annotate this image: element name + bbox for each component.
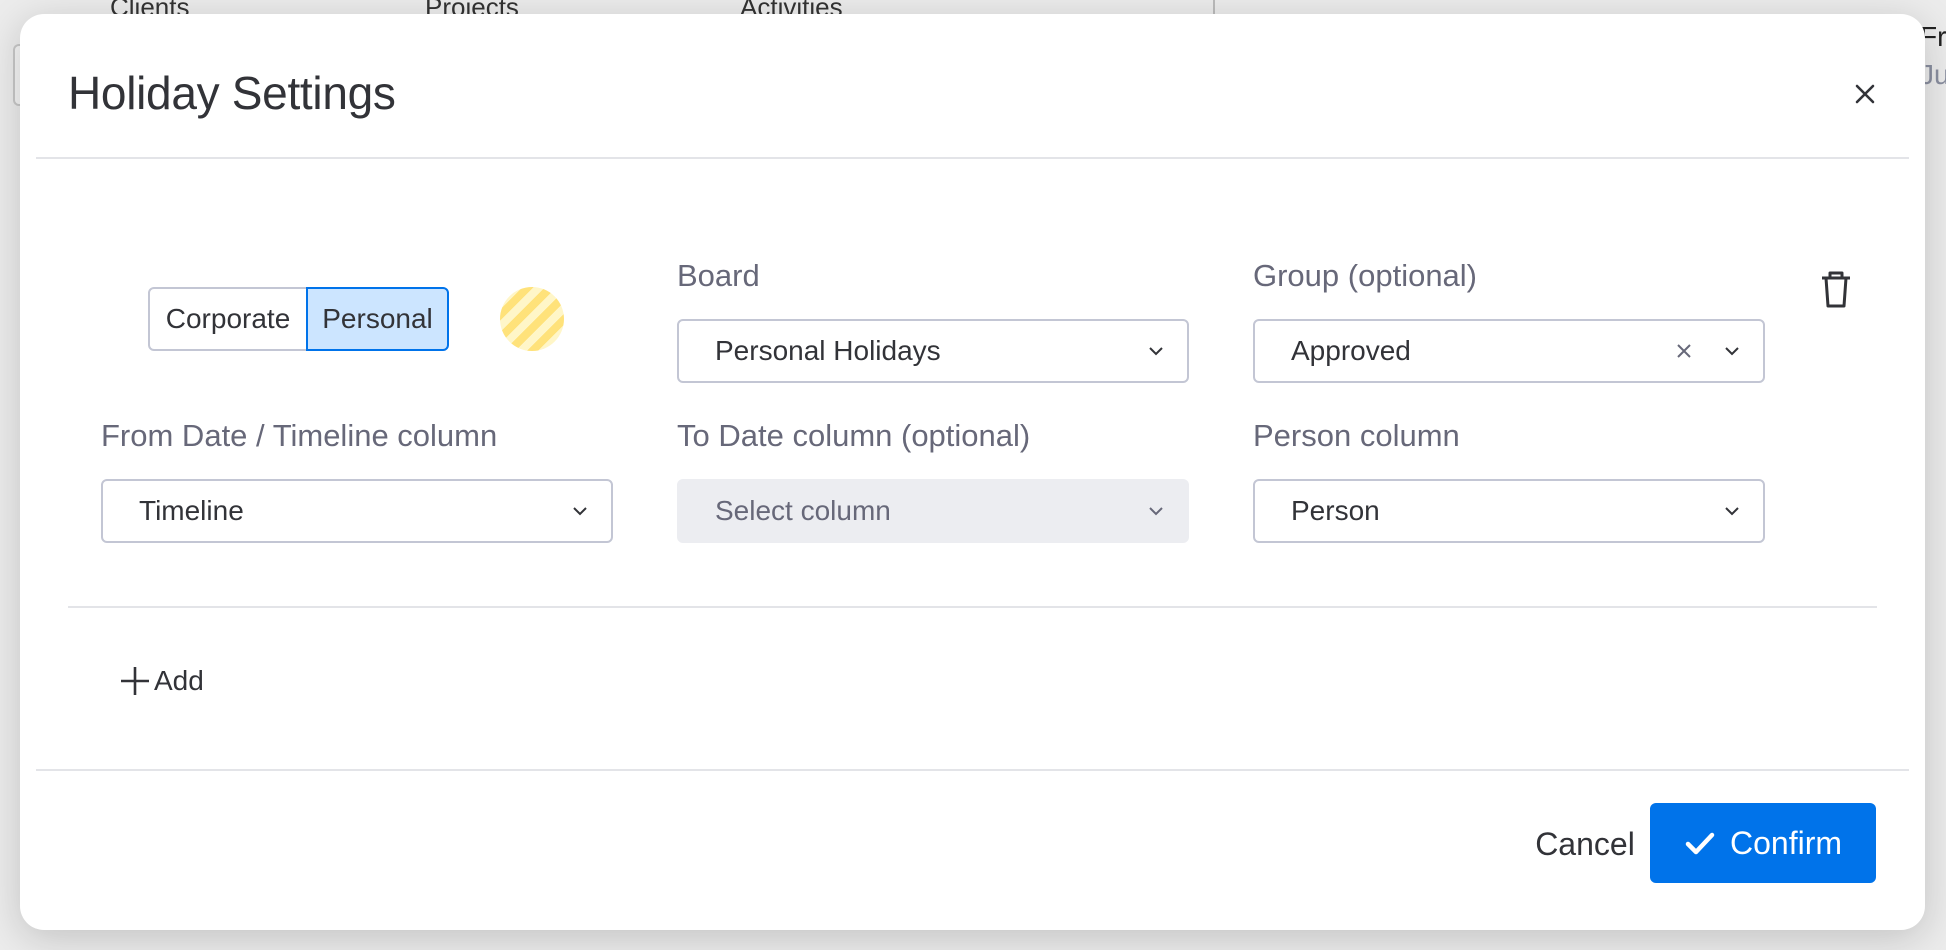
chevron-down-icon [1149,507,1163,516]
confirm-label: Confirm [1729,824,1842,861]
close-button[interactable] [1845,74,1885,114]
holiday-color-swatch[interactable] [500,287,564,351]
from-date-label: From Date / Timeline column [101,418,498,453]
to-date-select-placeholder: Select column [715,495,891,526]
person-label: Person column [1253,418,1460,453]
check-icon [1685,832,1715,855]
board-label: Board [677,258,760,293]
person-select[interactable]: Person [1253,479,1765,543]
confirm-button[interactable]: Confirm [1650,803,1876,883]
to-date-select[interactable]: Select column [677,479,1189,543]
add-rule-button[interactable]: Add [118,656,204,706]
group-select-value: Approved [1291,335,1411,366]
group-label: Group (optional) [1253,258,1478,293]
holiday-type-toggle: Corporate Personal [148,287,449,351]
delete-rule-trash-icon[interactable] [1816,268,1856,312]
board-select-value: Personal Holidays [715,335,941,366]
chevron-down-icon [573,507,587,516]
person-select-value: Person [1291,495,1380,526]
add-rule-label: Add [154,665,204,696]
plus-icon [121,667,149,695]
group-select[interactable]: Approved [1253,319,1765,383]
chevron-down-icon [1149,347,1163,356]
from-date-select[interactable]: Timeline [101,479,613,543]
dialog-title: Holiday Settings [68,67,396,119]
footer-divider [36,769,1909,771]
cancel-button[interactable]: Cancel [1505,804,1665,884]
chevron-down-icon [1725,347,1739,356]
from-date-select-value: Timeline [139,495,244,526]
toggle-personal[interactable]: Personal [306,287,449,351]
holiday-settings-dialog: Holiday Settings Corporate Personal Boar… [20,14,1925,930]
board-select[interactable]: Personal Holidays [677,319,1189,383]
clear-icon[interactable] [1675,342,1693,360]
chevron-down-icon [1725,507,1739,516]
close-icon [1855,84,1875,104]
toggle-corporate[interactable]: Corporate [148,287,308,351]
to-date-label: To Date column (optional) [677,418,1031,453]
dialog-header: Holiday Settings [36,14,1909,159]
rule-divider [68,606,1877,608]
